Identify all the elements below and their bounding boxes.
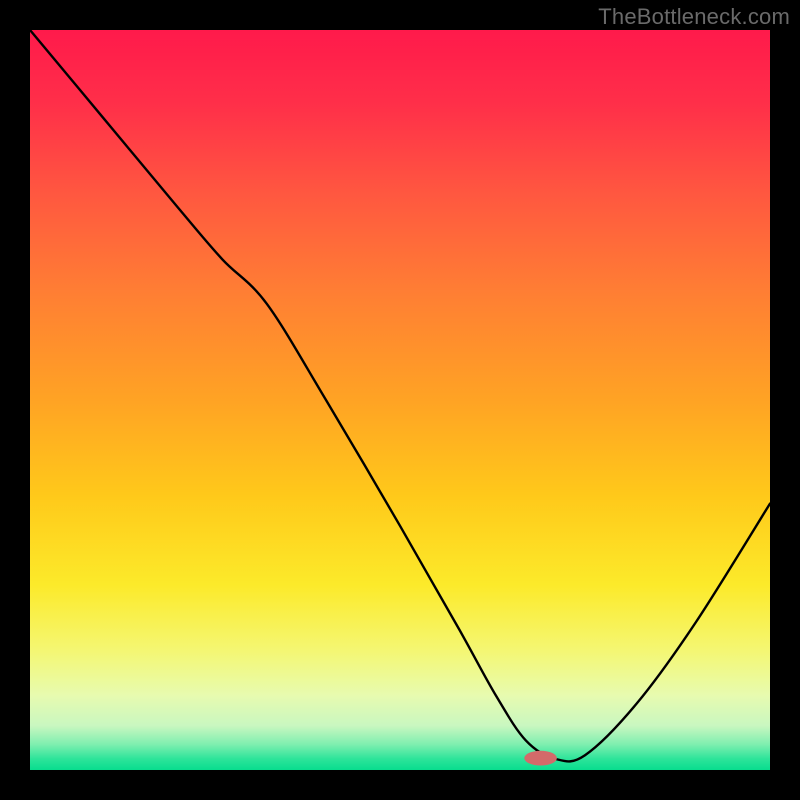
gradient-background <box>30 30 770 770</box>
chart-frame: TheBottleneck.com <box>0 0 800 800</box>
optimal-marker <box>524 751 557 766</box>
watermark: TheBottleneck.com <box>598 4 790 30</box>
plot-area <box>30 30 770 770</box>
chart-svg <box>30 30 770 770</box>
